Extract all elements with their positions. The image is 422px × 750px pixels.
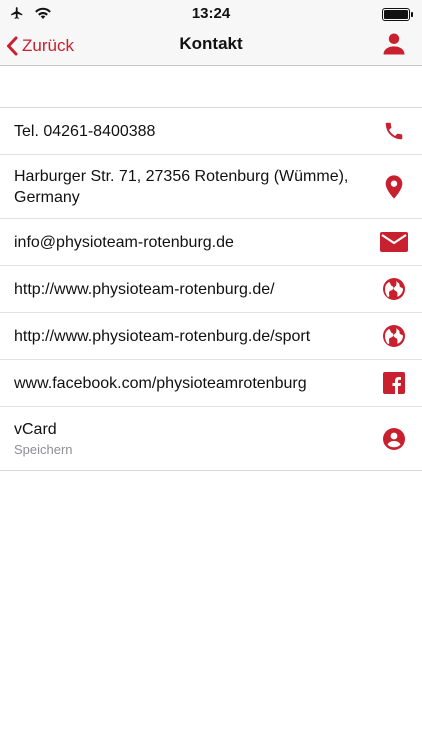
person-icon[interactable] <box>380 30 408 63</box>
battery-icon <box>382 8 414 26</box>
navigation-bar: Zurück Kontakt <box>0 28 422 66</box>
contact-row-vcard[interactable]: vCard Speichern <box>0 407 422 470</box>
page-title: Kontakt <box>179 34 243 53</box>
address-text: Harburger Str. 71, 27356 Rotenburg (Wümm… <box>14 167 349 206</box>
contact-row-email[interactable]: info@physioteam-rotenburg.de <box>0 219 422 266</box>
website-sport-text: http://www.physioteam-rotenburg.de/sport <box>14 327 311 345</box>
email-text: info@physioteam-rotenburg.de <box>14 233 234 251</box>
contact-card-icon <box>380 427 408 451</box>
contact-row-phone[interactable]: Tel. 04261-8400388 <box>0 108 422 155</box>
mail-icon <box>380 231 408 253</box>
contact-row-website-sport[interactable]: http://www.physioteam-rotenburg.de/sport <box>0 313 422 360</box>
contact-row-website[interactable]: http://www.physioteam-rotenburg.de/ <box>0 266 422 313</box>
phone-icon <box>380 120 408 142</box>
status-bar: 13:24 <box>0 0 422 28</box>
vcard-subtitle: Speichern <box>14 442 73 457</box>
map-pin-icon <box>380 174 408 200</box>
status-time: 13:24 <box>191 5 231 22</box>
vcard-title: vCard <box>14 421 57 438</box>
contact-row-facebook[interactable]: www.facebook.com/physioteamrotenburg <box>0 360 422 407</box>
vcard-text-block: vCard Speichern <box>14 419 380 458</box>
contact-list: Tel. 04261-8400388 Harburger Str. 71, 27… <box>0 107 422 471</box>
globe-icon <box>380 324 408 348</box>
phone-text: Tel. 04261-8400388 <box>14 122 156 140</box>
facebook-icon <box>380 372 408 394</box>
facebook-text: www.facebook.com/physioteamrotenburg <box>14 374 307 392</box>
website-text: http://www.physioteam-rotenburg.de/ <box>14 280 275 298</box>
globe-icon <box>380 277 408 301</box>
contact-row-address[interactable]: Harburger Str. 71, 27356 Rotenburg (Wümm… <box>0 155 422 219</box>
